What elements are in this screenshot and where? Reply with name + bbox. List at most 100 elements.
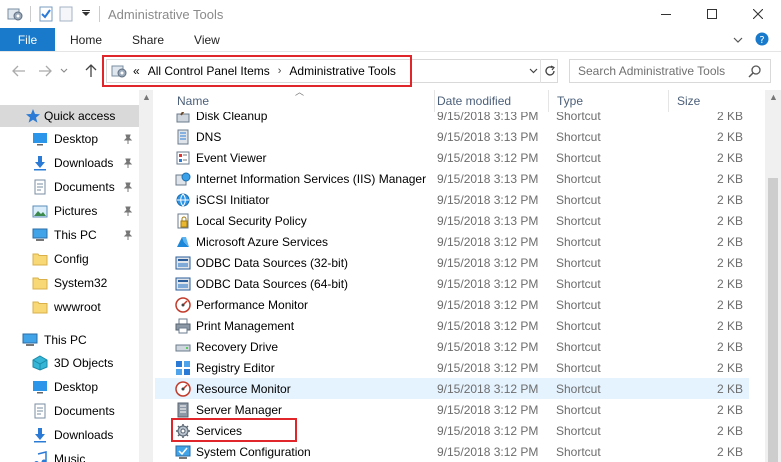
table-row[interactable]: Registry Editor 9/15/2018 3:12 PM Shortc… [155, 357, 749, 378]
nav-quick-system32[interactable]: System32 [32, 272, 139, 294]
table-row[interactable]: Internet Information Services (IIS) Mana… [155, 168, 749, 189]
scrollbar-thumb[interactable] [768, 178, 778, 462]
file-type: Shortcut [556, 255, 601, 270]
star-icon [25, 108, 41, 124]
nav-quick-wwwroot[interactable]: wwwroot [32, 296, 139, 318]
table-row[interactable]: ODBC Data Sources (32-bit) 9/15/2018 3:1… [155, 252, 749, 273]
file-name: Microsoft Azure Services [196, 234, 329, 249]
table-row[interactable]: Microsoft Azure Services 9/15/2018 3:12 … [155, 231, 749, 252]
file-type: Shortcut [556, 297, 601, 312]
navigation-pane: Quick access Desktop Downloads Documents… [0, 90, 155, 462]
table-row[interactable]: Event Viewer 9/15/2018 3:12 PM Shortcut … [155, 147, 749, 168]
tab-file[interactable]: File [0, 28, 55, 51]
file-date: 9/15/2018 3:13 PM [437, 213, 539, 228]
table-row[interactable]: Print Management 9/15/2018 3:12 PM Short… [155, 315, 749, 336]
column-type[interactable]: Type [549, 90, 669, 112]
pin-icon[interactable] [123, 157, 133, 171]
search-input[interactable]: Search Administrative Tools [569, 59, 771, 83]
nav-pc-desktop[interactable]: Desktop [32, 376, 139, 398]
scroll-up-arrow-icon[interactable]: ▲ [769, 92, 778, 102]
nav-item-label: Desktop [54, 132, 99, 146]
file-date: 9/15/2018 3:12 PM [437, 360, 539, 375]
tab-home[interactable]: Home [55, 28, 117, 51]
table-row[interactable]: DNS 9/15/2018 3:13 PM Shortcut 2 KB [155, 126, 749, 147]
table-row[interactable]: Disk Cleanup 9/15/2018 3:13 PM Shortcut … [155, 112, 749, 126]
column-name[interactable]: Name [169, 90, 435, 112]
file-type: Shortcut [556, 381, 601, 396]
nav-this-pc-label: This PC [44, 333, 87, 347]
close-icon[interactable] [735, 0, 781, 28]
nav-pc-documents[interactable]: Documents [32, 400, 139, 422]
performance-monitor-icon [175, 296, 191, 313]
column-date-modified[interactable]: Date modified [429, 90, 549, 112]
table-row[interactable]: Local Security Policy 9/15/2018 3:13 PM … [155, 210, 749, 231]
nav-item-label: Documents [54, 404, 115, 418]
search-icon[interactable] [748, 64, 762, 81]
nav-item-label: System32 [54, 276, 108, 290]
table-row[interactable]: ODBC Data Sources (64-bit) 9/15/2018 3:1… [155, 273, 749, 294]
back-arrow-icon[interactable] [10, 62, 28, 80]
file-size: 2 KB [716, 381, 743, 396]
file-type: Shortcut [556, 213, 601, 228]
nav-quick-downloads[interactable]: Downloads [32, 152, 139, 174]
file-type: Shortcut [556, 192, 601, 207]
file-size: 2 KB [716, 444, 743, 459]
properties-icon[interactable] [37, 5, 55, 23]
nav-quick-access[interactable]: Quick access [0, 105, 139, 127]
nav-item-label: Downloads [54, 428, 114, 442]
minimize-icon[interactable] [643, 0, 689, 28]
table-row[interactable]: System Configuration 9/15/2018 3:12 PM S… [155, 441, 749, 462]
iscsi-icon [175, 192, 191, 208]
nav-quick-documents[interactable]: Documents [32, 176, 139, 198]
admin-tools-app-icon[interactable] [6, 5, 24, 23]
file-name: Local Security Policy [196, 213, 307, 228]
column-size[interactable]: Size [669, 90, 749, 112]
file-type: Shortcut [556, 360, 601, 375]
nav-quick-pictures[interactable]: Pictures [32, 200, 139, 222]
tab-share[interactable]: Share [117, 28, 179, 51]
pin-icon[interactable] [123, 229, 133, 243]
table-row[interactable]: Recovery Drive 9/15/2018 3:12 PM Shortcu… [155, 336, 749, 357]
pin-icon[interactable] [123, 205, 133, 219]
nav-this-pc[interactable]: This PC [22, 329, 139, 351]
table-row[interactable]: Resource Monitor 9/15/2018 3:12 PM Short… [155, 378, 749, 399]
file-name: iSCSI Initiator [196, 192, 270, 207]
nav-pc-3d-objects[interactable]: 3D Objects [32, 352, 139, 374]
column-headers: ︿ Name Date modified Type Size [155, 90, 765, 112]
file-name: ODBC Data Sources (64-bit) [196, 276, 349, 291]
odbc-icon [175, 276, 191, 292]
navigation-scrollbar[interactable]: ▲ [139, 90, 153, 462]
refresh-icon[interactable] [540, 59, 558, 83]
expand-ribbon-chevron-icon[interactable] [733, 33, 743, 47]
file-type: Shortcut [556, 423, 601, 438]
maximize-icon[interactable] [689, 0, 735, 28]
customize-toolbar-chevron-icon[interactable] [77, 5, 95, 23]
file-size: 2 KB [716, 234, 743, 249]
table-row[interactable]: Server Manager 9/15/2018 3:12 PM Shortcu… [155, 399, 749, 420]
tab-view[interactable]: View [179, 28, 235, 51]
window-title: Administrative Tools [108, 6, 224, 22]
new-folder-icon[interactable] [57, 5, 75, 23]
folder-icon [32, 299, 48, 315]
nav-quick-desktop[interactable]: Desktop [32, 128, 139, 150]
table-row[interactable]: Performance Monitor 9/15/2018 3:12 PM Sh… [155, 294, 749, 315]
file-size: 2 KB [716, 339, 743, 354]
recent-locations-chevron-icon[interactable] [58, 62, 70, 80]
up-arrow-icon[interactable] [82, 62, 100, 80]
pin-icon[interactable] [123, 181, 133, 195]
file-date: 9/15/2018 3:12 PM [437, 255, 539, 270]
nav-pc-music[interactable]: Music [32, 448, 139, 462]
file-size: 2 KB [716, 171, 743, 186]
file-list-scrollbar[interactable]: ▲ [765, 90, 781, 462]
svg-text:?: ? [759, 35, 764, 46]
table-row[interactable]: iSCSI Initiator 9/15/2018 3:12 PM Shortc… [155, 189, 749, 210]
file-size: 2 KB [716, 192, 743, 207]
pin-icon[interactable] [123, 133, 133, 147]
help-icon[interactable]: ? [755, 32, 769, 49]
scroll-up-arrow-icon[interactable]: ▲ [142, 92, 151, 102]
nav-pc-downloads[interactable]: Downloads [32, 424, 139, 446]
forward-arrow-icon[interactable] [36, 62, 54, 80]
nav-quick-this-pc[interactable]: This PC [32, 224, 139, 246]
nav-quick-config[interactable]: Config [32, 248, 139, 270]
title-bar: Administrative Tools [0, 0, 781, 28]
